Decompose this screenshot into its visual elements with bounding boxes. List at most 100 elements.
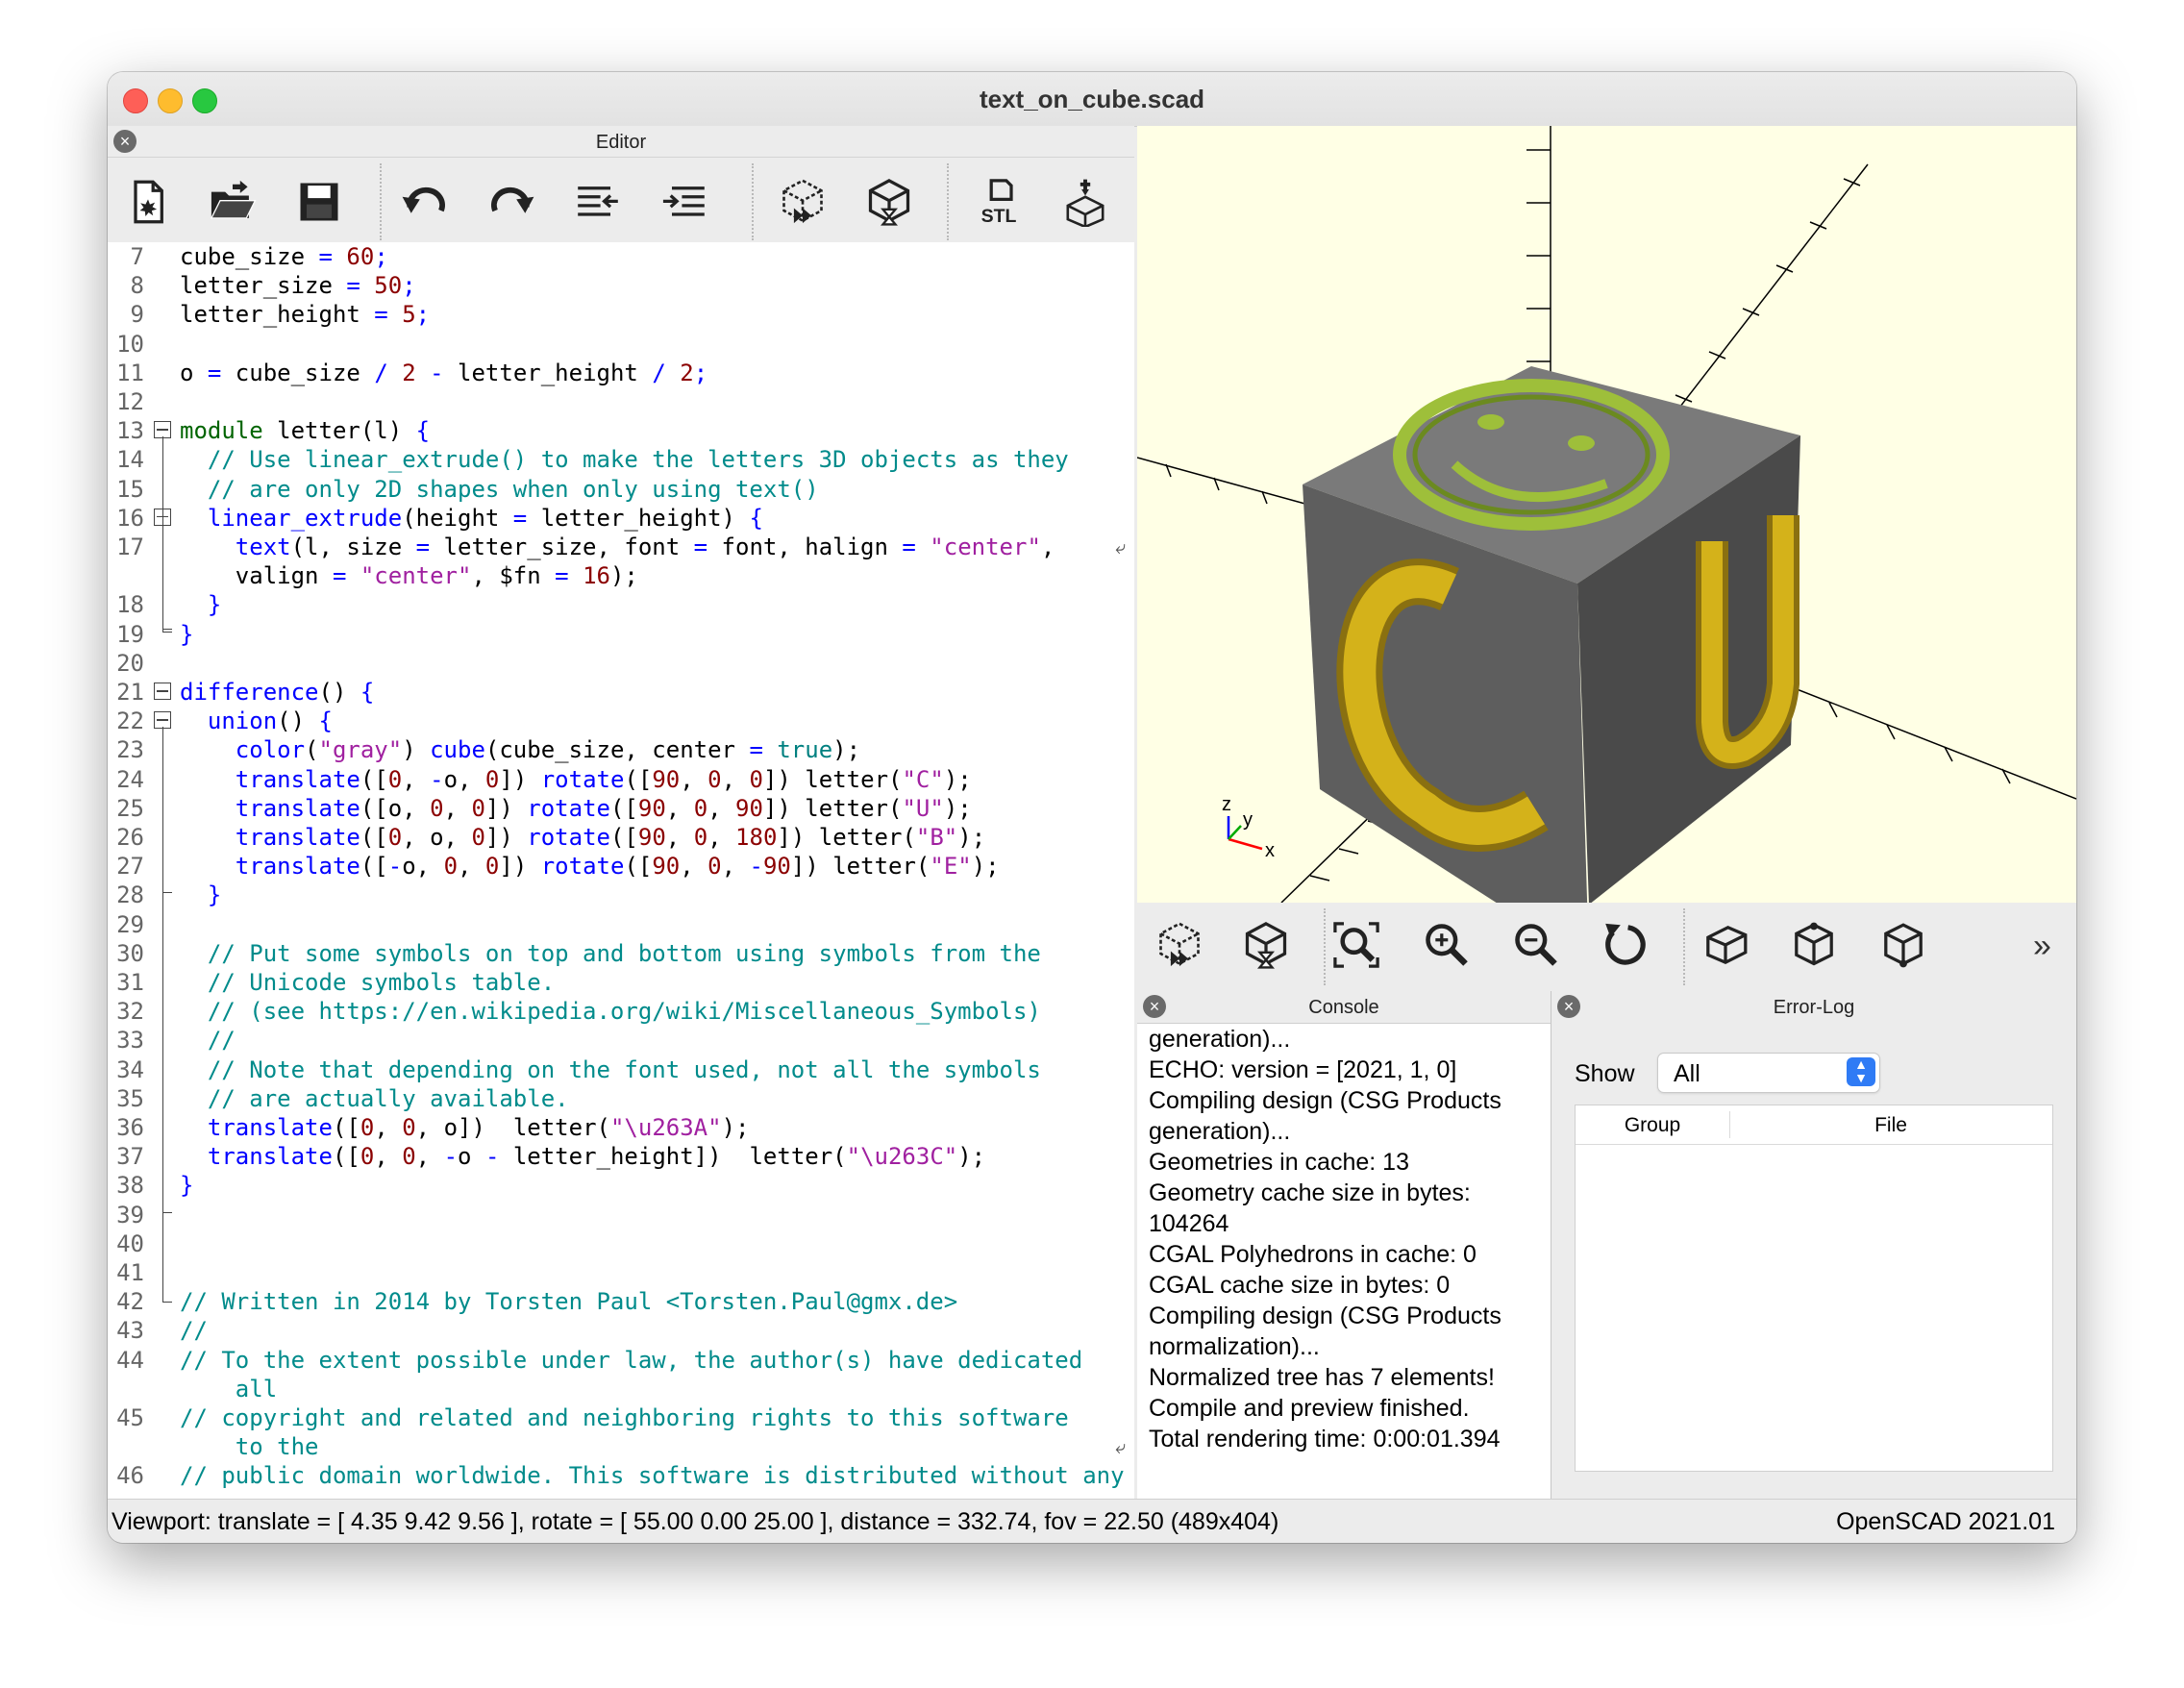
zoom-in-icon[interactable]	[1418, 916, 1476, 974]
code-line[interactable]: 38}	[108, 1171, 1134, 1200]
column-file[interactable]: File	[1729, 1114, 2052, 1137]
console-header: × Console	[1137, 991, 1551, 1023]
code-line[interactable]: 7 cube_size = 60;	[108, 242, 1134, 271]
code-line[interactable]: 28 }	[108, 881, 1134, 909]
code-line[interactable]: 37 translate([0, 0, -o - letter_height])…	[108, 1142, 1134, 1171]
code-line[interactable]: 41	[108, 1258, 1134, 1287]
code-line[interactable]: 8 letter_size = 50;	[108, 271, 1134, 300]
line-number: 29	[116, 910, 144, 938]
code-line[interactable]: 15 // are only 2D shapes when only using…	[108, 475, 1134, 504]
code-line[interactable]: 39	[108, 1201, 1134, 1229]
code-line[interactable]: all	[108, 1375, 1134, 1403]
code-line[interactable]: 33 //	[108, 1026, 1134, 1055]
code-line[interactable]: 43 //	[108, 1316, 1134, 1345]
code-line[interactable]: 26 translate([0, o, 0]) rotate([90, 0, 1…	[108, 823, 1134, 852]
code-line[interactable]: 23 color("gray") cube(cube_size, center …	[108, 735, 1134, 764]
line-number: 36	[116, 1114, 144, 1141]
code-line[interactable]: 10	[108, 330, 1134, 359]
editor-header: × Editor	[108, 126, 1134, 158]
code-line[interactable]: 24 translate([0, -o, 0]) rotate([90, 0, …	[108, 765, 1134, 794]
line-number: 13	[116, 417, 144, 445]
export-stl-icon[interactable]: STL	[970, 173, 1028, 231]
code-text: // To the extent possible under law, the…	[180, 1346, 1083, 1374]
code-line[interactable]: 13 module letter(l) {	[108, 416, 1134, 445]
code-line[interactable]: 11 o = cube_size / 2 - letter_height / 2;	[108, 359, 1134, 387]
unindent-icon[interactable]	[569, 173, 627, 231]
code-line[interactable]: 16 linear_extrude(height = letter_height…	[108, 504, 1134, 533]
code-line[interactable]: 30 // Put some symbols on top and bottom…	[108, 939, 1134, 968]
save-file-icon[interactable]	[290, 173, 348, 231]
stl-label: STL	[981, 206, 1017, 227]
console-line: Compiling design (CSG Products	[1149, 1303, 1502, 1329]
code-line[interactable]: 31 // Unicode symbols table.	[108, 968, 1134, 997]
code-line[interactable]: 20	[108, 649, 1134, 678]
code-line[interactable]: 14 // Use linear_extrude() to make the l…	[108, 445, 1134, 474]
undo-icon[interactable]	[396, 173, 454, 231]
code-line[interactable]: 36 translate([0, 0, o]) letter("\u263A")…	[108, 1113, 1134, 1142]
code-line[interactable]: 42 // Written in 2014 by Torsten Paul <To…	[108, 1287, 1134, 1316]
3d-viewport[interactable]: z y x	[1137, 126, 2076, 903]
view-all-icon[interactable]	[1328, 916, 1385, 974]
console-line: CGAL Polyhedrons in cache: 0	[1149, 1241, 1477, 1268]
code-editor[interactable]: 7 cube_size = 60; 8 letter_size = 50; 9 lette…	[108, 242, 1134, 1499]
code-line[interactable]: 25 translate([o, 0, 0]) rotate([90, 0, 9…	[108, 794, 1134, 823]
code-line[interactable]: 27 translate([-o, 0, 0]) rotate([90, 0, …	[108, 852, 1134, 881]
line-number: 7	[130, 243, 144, 270]
indent-icon[interactable]	[656, 173, 713, 231]
show-filter-select[interactable]: All ▲ ▼	[1657, 1053, 1880, 1093]
code-line[interactable]: 35 // are actually available.	[108, 1084, 1134, 1113]
app-version: OpenSCAD 2021.01	[1836, 1508, 2055, 1535]
view-render-icon[interactable]	[1237, 916, 1295, 974]
title-bar[interactable]: text_on_cube.scad	[108, 72, 2076, 127]
code-text: union() {	[207, 707, 333, 735]
preview-icon[interactable]	[774, 173, 831, 231]
line-number: 46	[116, 1462, 144, 1490]
editor-title: Editor	[595, 132, 647, 153]
line-wrap-icon: ⤶	[1115, 535, 1127, 559]
code-line[interactable]: 9 letter_height = 5;	[108, 300, 1134, 329]
new-file-icon[interactable]	[119, 173, 177, 231]
code-line[interactable]: 12	[108, 387, 1134, 416]
line-number: 28	[116, 881, 144, 909]
code-line[interactable]: to the ⤶	[108, 1432, 1134, 1461]
line-number: 40	[116, 1229, 144, 1257]
errorlog-table[interactable]: Group File	[1575, 1105, 2053, 1472]
fold-guide	[162, 756, 163, 893]
reset-view-icon[interactable]	[1597, 916, 1654, 974]
code-line[interactable]: 44 // To the extent possible under law, t…	[108, 1346, 1134, 1375]
errorlog-table-header: Group File	[1576, 1105, 2052, 1145]
code-line[interactable]: 29	[108, 910, 1134, 939]
code-line[interactable]: 45 // copyright and related and neighbori…	[108, 1403, 1134, 1432]
code-text: letter_height = 5;	[180, 301, 431, 329]
fold-toggle-icon[interactable]	[154, 683, 171, 700]
code-line[interactable]: 17 text(l, size = letter_size, font = fo…	[108, 533, 1134, 561]
code-line[interactable]: valign = "center", $fn = 16);	[108, 561, 1134, 590]
code-line[interactable]: 21 difference() {	[108, 678, 1134, 707]
code-line[interactable]: 40	[108, 1229, 1134, 1258]
open-file-icon[interactable]	[204, 173, 261, 231]
column-group[interactable]: Group	[1576, 1114, 1729, 1137]
view-preview-icon[interactable]	[1151, 916, 1208, 974]
console-line: Compile and preview finished.	[1149, 1395, 1470, 1422]
code-line[interactable]: 18 }	[108, 590, 1134, 619]
zoom-out-icon[interactable]	[1507, 916, 1565, 974]
code-line[interactable]: 46 // public domain worldwide. This softw…	[108, 1461, 1134, 1490]
fold-guide-end	[162, 631, 172, 633]
line-number: 8	[130, 272, 144, 300]
code-text: translate([0, -o, 0]) rotate([90, 0, 0])…	[235, 765, 972, 793]
view-perspective-icon[interactable]	[1697, 916, 1754, 974]
code-text: to the	[180, 1433, 319, 1461]
fold-guide-end	[162, 628, 172, 630]
view-diagonal-icon[interactable]	[1874, 916, 1932, 974]
console-output[interactable]: generation)... ECHO: version = [2021, 1, …	[1137, 1023, 1551, 1500]
code-line[interactable]: 32 // (see https://en.wikipedia.org/wiki…	[108, 997, 1134, 1026]
more-tools-icon[interactable]: »	[2033, 928, 2051, 965]
code-line[interactable]: 34 // Note that depending on the font us…	[108, 1055, 1134, 1084]
render-icon[interactable]	[860, 173, 918, 231]
code-line[interactable]: 19}	[108, 620, 1134, 649]
redo-icon[interactable]	[483, 173, 540, 231]
line-number: 11	[116, 359, 144, 386]
view-orthogonal-icon[interactable]	[1785, 916, 1843, 974]
send-to-print-icon[interactable]	[1056, 173, 1114, 231]
code-line[interactable]: 22 union() {	[108, 707, 1134, 735]
